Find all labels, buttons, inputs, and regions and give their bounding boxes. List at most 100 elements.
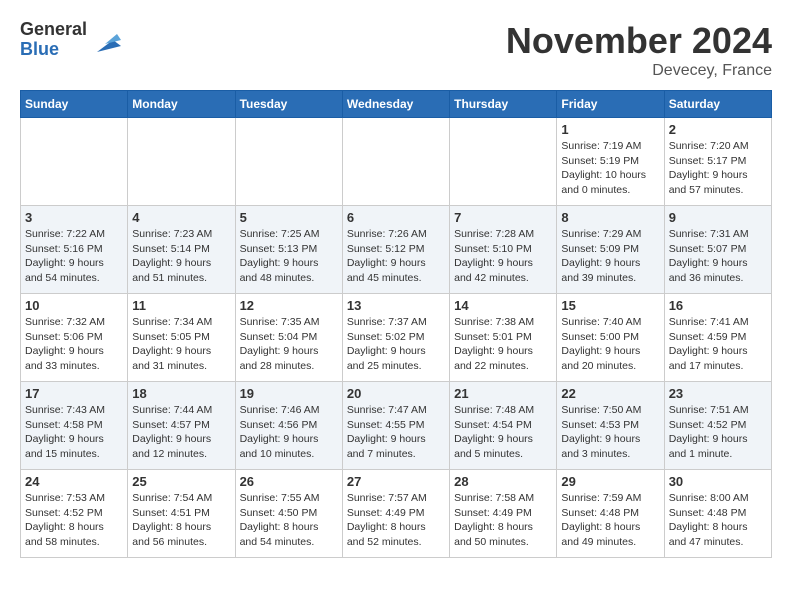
day-info: Sunrise: 7:58 AM Sunset: 4:49 PM Dayligh… [454, 491, 552, 550]
calendar-cell: 18 Sunrise: 7:44 AM Sunset: 4:57 PM Dayli… [128, 382, 235, 470]
calendar-cell: 29Sunrise: 7:59 AM Sunset: 4:48 PM Dayli… [557, 470, 664, 558]
calendar-cell: 6 Sunrise: 7:26 AM Sunset: 5:12 PM Daylig… [342, 206, 449, 294]
logo-icon [89, 24, 121, 56]
logo-blue: Blue [20, 39, 59, 59]
day-number: 19 [240, 386, 338, 401]
column-header-wednesday: Wednesday [342, 91, 449, 118]
day-info: Sunrise: 7:43 AM Sunset: 4:58 PM Dayligh… [25, 403, 123, 462]
calendar-week-4: 17 Sunrise: 7:43 AM Sunset: 4:58 PM Dayli… [21, 382, 772, 470]
page-header: General Blue November 2024 Devecey, Fran… [20, 20, 772, 80]
day-number: 23 [669, 386, 767, 401]
calendar-week-2: 3 Sunrise: 7:22 AM Sunset: 5:16 PM Daylig… [21, 206, 772, 294]
day-number: 5 [240, 210, 338, 225]
calendar-cell: 15Sunrise: 7:40 AM Sunset: 5:00 PM Dayli… [557, 294, 664, 382]
calendar-cell [450, 118, 557, 206]
day-info: Sunrise: 7:51 AM Sunset: 4:52 PM Dayligh… [669, 403, 767, 462]
day-info: Sunrise: 7:25 AM Sunset: 5:13 PM Dayligh… [240, 227, 338, 286]
calendar-cell: 11 Sunrise: 7:34 AM Sunset: 5:05 PM Dayli… [128, 294, 235, 382]
calendar-cell: 19 Sunrise: 7:46 AM Sunset: 4:56 PM Dayli… [235, 382, 342, 470]
calendar-cell: 14 Sunrise: 7:38 AM Sunset: 5:01 PM Dayli… [450, 294, 557, 382]
day-number: 4 [132, 210, 230, 225]
calendar-cell [21, 118, 128, 206]
calendar-cell: 27Sunrise: 7:57 AM Sunset: 4:49 PM Dayli… [342, 470, 449, 558]
day-info: Sunrise: 7:48 AM Sunset: 4:54 PM Dayligh… [454, 403, 552, 462]
day-info: Sunrise: 7:34 AM Sunset: 5:05 PM Dayligh… [132, 315, 230, 374]
calendar-cell: 23 Sunrise: 7:51 AM Sunset: 4:52 PM Dayli… [664, 382, 771, 470]
day-number: 8 [561, 210, 659, 225]
day-number: 10 [25, 298, 123, 313]
column-header-thursday: Thursday [450, 91, 557, 118]
column-header-tuesday: Tuesday [235, 91, 342, 118]
calendar-week-5: 24Sunrise: 7:53 AM Sunset: 4:52 PM Dayli… [21, 470, 772, 558]
day-number: 24 [25, 474, 123, 489]
calendar-cell [342, 118, 449, 206]
day-number: 30 [669, 474, 767, 489]
day-number: 1 [561, 122, 659, 137]
day-number: 6 [347, 210, 445, 225]
day-info: Sunrise: 7:20 AM Sunset: 5:17 PM Dayligh… [669, 139, 767, 198]
calendar-cell: 8 Sunrise: 7:29 AM Sunset: 5:09 PM Daylig… [557, 206, 664, 294]
day-number: 18 [132, 386, 230, 401]
day-number: 16 [669, 298, 767, 313]
day-info: Sunrise: 7:44 AM Sunset: 4:57 PM Dayligh… [132, 403, 230, 462]
calendar-cell: 10 Sunrise: 7:32 AM Sunset: 5:06 PM Dayli… [21, 294, 128, 382]
calendar-week-3: 10 Sunrise: 7:32 AM Sunset: 5:06 PM Dayli… [21, 294, 772, 382]
title-section: November 2024 Devecey, France [506, 20, 772, 80]
calendar-cell: 25Sunrise: 7:54 AM Sunset: 4:51 PM Dayli… [128, 470, 235, 558]
day-number: 17 [25, 386, 123, 401]
day-info: Sunrise: 7:31 AM Sunset: 5:07 PM Dayligh… [669, 227, 767, 286]
day-number: 7 [454, 210, 552, 225]
day-number: 22 [561, 386, 659, 401]
calendar-cell: 17 Sunrise: 7:43 AM Sunset: 4:58 PM Dayli… [21, 382, 128, 470]
location: Devecey, France [506, 62, 772, 80]
calendar-cell: 28 Sunrise: 7:58 AM Sunset: 4:49 PM Dayli… [450, 470, 557, 558]
day-info: Sunrise: 7:46 AM Sunset: 4:56 PM Dayligh… [240, 403, 338, 462]
day-number: 28 [454, 474, 552, 489]
day-number: 26 [240, 474, 338, 489]
day-number: 21 [454, 386, 552, 401]
day-number: 13 [347, 298, 445, 313]
calendar-cell: 4 Sunrise: 7:23 AM Sunset: 5:14 PM Daylig… [128, 206, 235, 294]
day-info: Sunrise: 7:54 AM Sunset: 4:51 PM Dayligh… [132, 491, 230, 550]
day-info: Sunrise: 7:26 AM Sunset: 5:12 PM Dayligh… [347, 227, 445, 286]
calendar-cell: 20Sunrise: 7:47 AM Sunset: 4:55 PM Dayli… [342, 382, 449, 470]
calendar-cell: 2 Sunrise: 7:20 AM Sunset: 5:17 PM Daylig… [664, 118, 771, 206]
calendar-cell: 12 Sunrise: 7:35 AM Sunset: 5:04 PM Dayli… [235, 294, 342, 382]
calendar-cell: 9 Sunrise: 7:31 AM Sunset: 5:07 PM Daylig… [664, 206, 771, 294]
day-info: Sunrise: 7:59 AM Sunset: 4:48 PM Dayligh… [561, 491, 659, 550]
day-number: 2 [669, 122, 767, 137]
calendar-cell: 26 Sunrise: 7:55 AM Sunset: 4:50 PM Dayli… [235, 470, 342, 558]
calendar-cell [235, 118, 342, 206]
column-header-sunday: Sunday [21, 91, 128, 118]
calendar-cell: 3 Sunrise: 7:22 AM Sunset: 5:16 PM Daylig… [21, 206, 128, 294]
calendar-cell: 5 Sunrise: 7:25 AM Sunset: 5:13 PM Daylig… [235, 206, 342, 294]
day-info: Sunrise: 7:55 AM Sunset: 4:50 PM Dayligh… [240, 491, 338, 550]
day-info: Sunrise: 7:57 AM Sunset: 4:49 PM Dayligh… [347, 491, 445, 550]
month-title: November 2024 [506, 20, 772, 62]
calendar-cell: 22 Sunrise: 7:50 AM Sunset: 4:53 PM Dayli… [557, 382, 664, 470]
day-info: Sunrise: 7:22 AM Sunset: 5:16 PM Dayligh… [25, 227, 123, 286]
calendar-week-1: 1Sunrise: 7:19 AM Sunset: 5:19 PM Daylig… [21, 118, 772, 206]
day-number: 3 [25, 210, 123, 225]
column-header-saturday: Saturday [664, 91, 771, 118]
day-info: Sunrise: 7:29 AM Sunset: 5:09 PM Dayligh… [561, 227, 659, 286]
calendar-cell: 16Sunrise: 7:41 AM Sunset: 4:59 PM Dayli… [664, 294, 771, 382]
calendar-cell: 24Sunrise: 7:53 AM Sunset: 4:52 PM Dayli… [21, 470, 128, 558]
day-number: 9 [669, 210, 767, 225]
day-number: 11 [132, 298, 230, 313]
day-number: 12 [240, 298, 338, 313]
day-info: Sunrise: 7:50 AM Sunset: 4:53 PM Dayligh… [561, 403, 659, 462]
day-number: 14 [454, 298, 552, 313]
column-header-monday: Monday [128, 91, 235, 118]
day-info: Sunrise: 7:37 AM Sunset: 5:02 PM Dayligh… [347, 315, 445, 374]
header-row: SundayMondayTuesdayWednesdayThursdayFrid… [21, 91, 772, 118]
calendar-table: SundayMondayTuesdayWednesdayThursdayFrid… [20, 90, 772, 558]
day-info: Sunrise: 7:38 AM Sunset: 5:01 PM Dayligh… [454, 315, 552, 374]
day-info: Sunrise: 8:00 AM Sunset: 4:48 PM Dayligh… [669, 491, 767, 550]
calendar-cell: 1Sunrise: 7:19 AM Sunset: 5:19 PM Daylig… [557, 118, 664, 206]
day-info: Sunrise: 7:32 AM Sunset: 5:06 PM Dayligh… [25, 315, 123, 374]
day-info: Sunrise: 7:35 AM Sunset: 5:04 PM Dayligh… [240, 315, 338, 374]
day-info: Sunrise: 7:23 AM Sunset: 5:14 PM Dayligh… [132, 227, 230, 286]
calendar-cell: 7Sunrise: 7:28 AM Sunset: 5:10 PM Daylig… [450, 206, 557, 294]
column-header-friday: Friday [557, 91, 664, 118]
